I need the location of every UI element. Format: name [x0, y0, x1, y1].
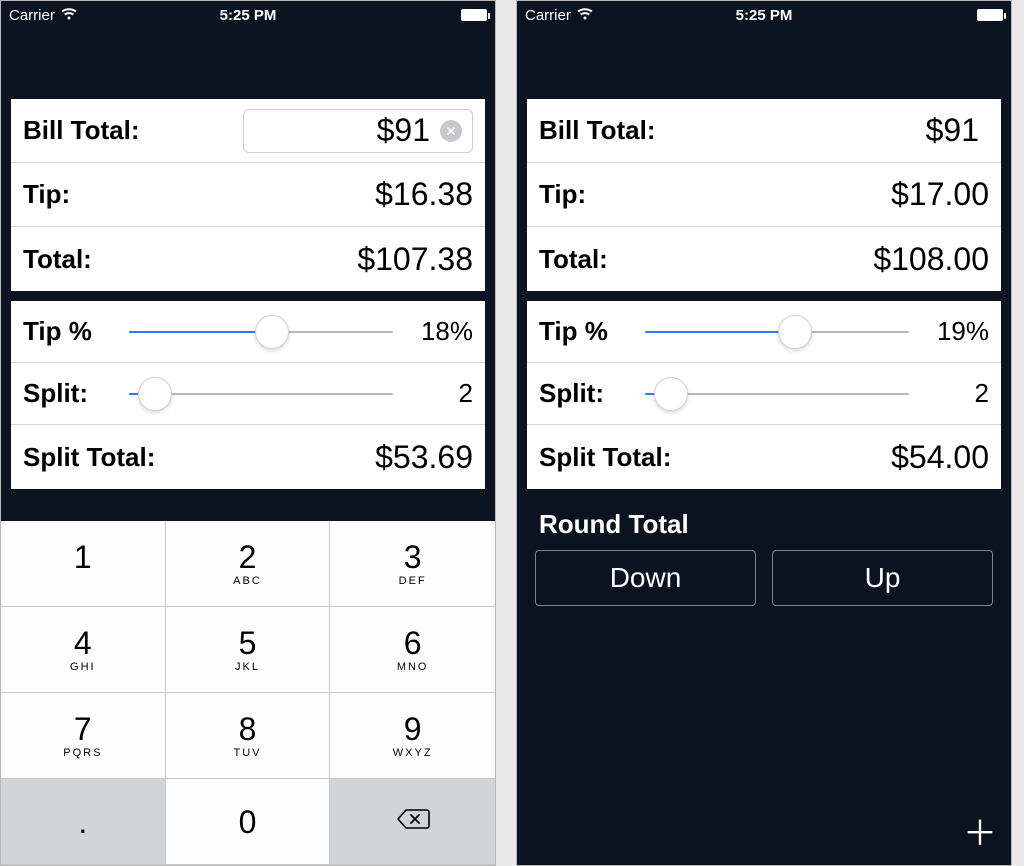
key-9[interactable]: 9WXYZ: [330, 693, 495, 779]
tip-percent-label: Tip %: [23, 316, 119, 347]
key-backspace[interactable]: [330, 779, 495, 865]
split-label: Split:: [539, 378, 635, 409]
key-5[interactable]: 5JKL: [166, 607, 331, 693]
numeric-keypad: 1 2ABC 3DEF 4GHI 5JKL 6MNO 7PQRS 8TUV 9W…: [1, 521, 495, 865]
split-total-row: Split Total: $53.69: [11, 425, 485, 489]
split-slider[interactable]: [129, 378, 393, 410]
total-row: Total: $108.00: [527, 227, 1001, 291]
key-6[interactable]: 6MNO: [330, 607, 495, 693]
phone-screenshot-2: Carrier 5:25 PM Bill Total: $91 Tip: $17…: [516, 0, 1012, 866]
split-total-value: $53.69: [375, 439, 473, 476]
status-bar: Carrier 5:25 PM: [517, 1, 1011, 29]
split-total-row: Split Total: $54.00: [527, 425, 1001, 489]
split-slider[interactable]: [645, 378, 909, 410]
bill-total-label: Bill Total:: [539, 115, 656, 146]
tip-percent-row: Tip % 18%: [11, 301, 485, 363]
tip-percent-value: 19%: [919, 316, 989, 347]
tip-percent-value: 18%: [403, 316, 473, 347]
total-label: Total:: [539, 244, 608, 275]
tip-row: Tip: $17.00: [527, 163, 1001, 227]
key-4[interactable]: 4GHI: [1, 607, 166, 693]
status-bar: Carrier 5:25 PM: [1, 1, 495, 29]
split-row: Split: 2: [11, 363, 485, 425]
split-value: 2: [919, 378, 989, 409]
round-down-button[interactable]: Down: [535, 550, 756, 606]
split-total-label: Split Total:: [23, 442, 155, 473]
round-total-section: Round Total Down Up: [535, 509, 993, 606]
split-row: Split: 2: [527, 363, 1001, 425]
summary-card: Bill Total: $91 Tip: $16.38 Total: $107.…: [11, 99, 485, 291]
battery-icon: [977, 9, 1003, 21]
key-decimal[interactable]: .: [1, 779, 166, 865]
bill-total-value: $91: [769, 112, 979, 149]
key-1[interactable]: 1: [1, 521, 166, 607]
key-0[interactable]: 0: [166, 779, 331, 865]
battery-icon: [461, 9, 487, 21]
tip-row: Tip: $16.38: [11, 163, 485, 227]
tip-percent-row: Tip % 19%: [527, 301, 1001, 363]
key-8[interactable]: 8TUV: [166, 693, 331, 779]
bill-total-input[interactable]: $91: [243, 109, 473, 153]
tip-value: $16.38: [375, 176, 473, 213]
summary-card: Bill Total: $91 Tip: $17.00 Total: $108.…: [527, 99, 1001, 291]
status-time: 5:25 PM: [517, 7, 1011, 24]
phone-screenshot-1: Carrier 5:25 PM Bill Total: $91: [0, 0, 496, 866]
split-total-label: Split Total:: [539, 442, 671, 473]
controls-card: Tip % 18% Split: 2 Split Total:: [11, 301, 485, 489]
total-value: $107.38: [357, 241, 473, 278]
bill-total-label: Bill Total:: [23, 115, 140, 146]
plus-icon: ＋: [963, 815, 997, 853]
split-label: Split:: [23, 378, 119, 409]
tip-percent-slider[interactable]: [645, 316, 909, 348]
bill-total-row: Bill Total: $91: [11, 99, 485, 163]
split-value: 2: [403, 378, 473, 409]
add-button[interactable]: ＋: [963, 817, 997, 851]
split-total-value: $54.00: [891, 439, 989, 476]
key-2[interactable]: 2ABC: [166, 521, 331, 607]
tip-value: $17.00: [891, 176, 989, 213]
clear-input-icon[interactable]: [440, 120, 462, 142]
tip-percent-slider[interactable]: [129, 316, 393, 348]
total-row: Total: $107.38: [11, 227, 485, 291]
tip-label: Tip:: [23, 179, 70, 210]
key-3[interactable]: 3DEF: [330, 521, 495, 607]
backspace-icon: [396, 807, 430, 836]
tip-label: Tip:: [539, 179, 586, 210]
status-time: 5:25 PM: [1, 7, 495, 24]
round-up-button[interactable]: Up: [772, 550, 993, 606]
bill-total-input[interactable]: $91: [759, 109, 989, 153]
bill-total-row: Bill Total: $91: [527, 99, 1001, 163]
tip-percent-label: Tip %: [539, 316, 635, 347]
round-total-label: Round Total: [539, 509, 993, 540]
total-label: Total:: [23, 244, 92, 275]
controls-card: Tip % 19% Split: 2 Split Total:: [527, 301, 1001, 489]
total-value: $108.00: [873, 241, 989, 278]
bill-total-value: $91: [254, 112, 430, 149]
key-7[interactable]: 7PQRS: [1, 693, 166, 779]
